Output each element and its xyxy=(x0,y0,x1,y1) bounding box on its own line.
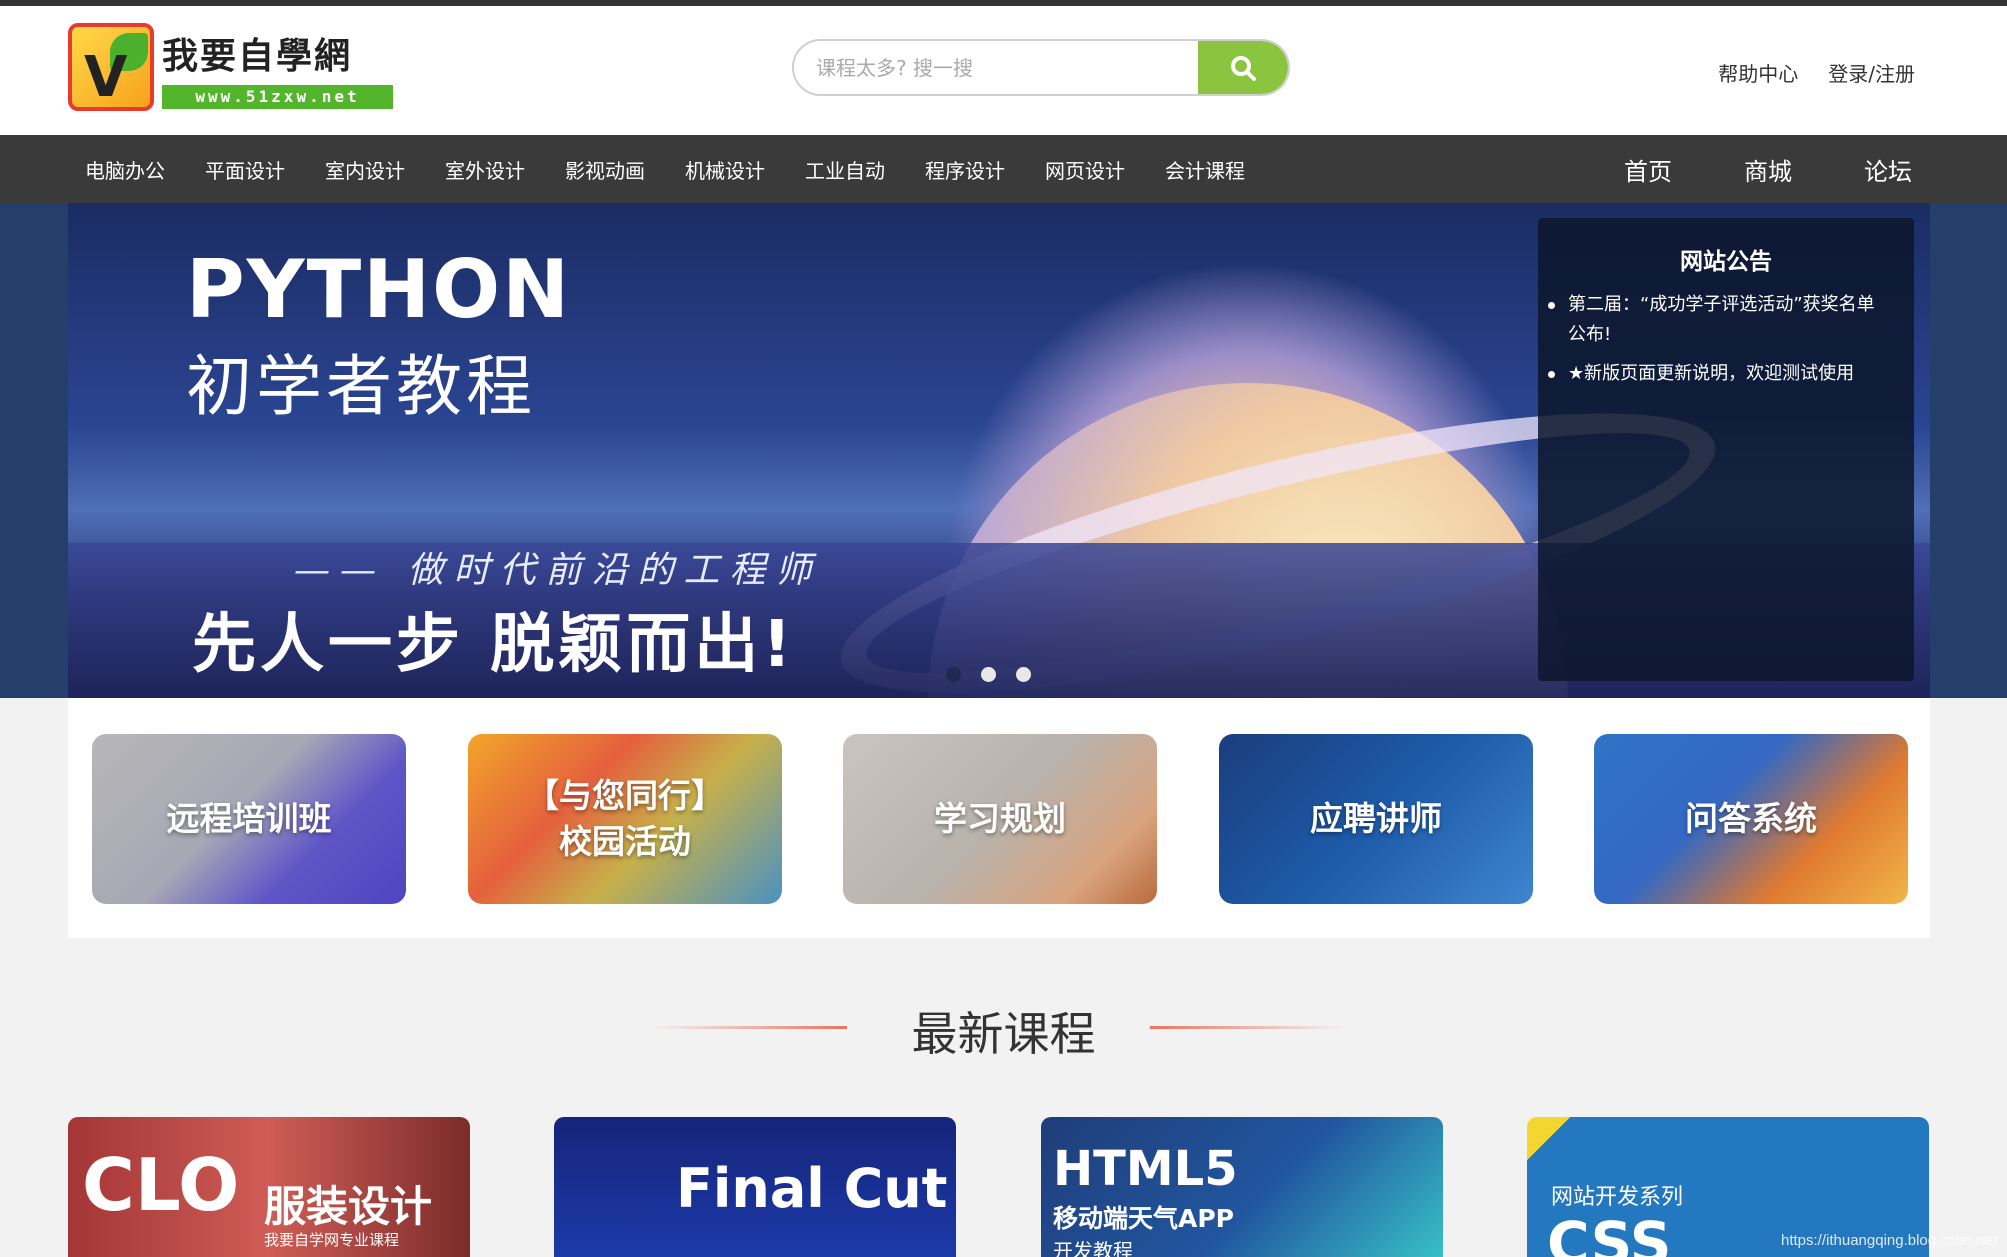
site-header: V 我要自學網 www.51zxw.net 帮助中心 登录/注册 xyxy=(0,6,2007,135)
nav-category-graphic[interactable]: 平面设计 xyxy=(205,155,285,184)
carousel-dot[interactable] xyxy=(981,667,996,682)
search-input[interactable] xyxy=(816,41,1186,94)
nav-category-accounting[interactable]: 会计课程 xyxy=(1165,155,1245,184)
course-card-subtitle: 服装设计 xyxy=(264,1182,433,1231)
course-card-title: HTML5 xyxy=(1053,1141,1238,1197)
notice-item[interactable]: 第二届：“成功学子评选活动”获奖名单公布! xyxy=(1548,290,1886,350)
nav-mall[interactable]: 商城 xyxy=(1744,152,1792,187)
feature-card-become-lecturer[interactable]: 应聘讲师 xyxy=(1219,734,1533,904)
course-card-title: 网站开发系列 xyxy=(1551,1185,1684,1210)
feature-card-campus-events[interactable]: 【与您同行】 校园活动 xyxy=(468,734,782,904)
feature-card-study-plan[interactable]: 学习规划 xyxy=(843,734,1157,904)
latest-courses-title: 最新课程 xyxy=(911,1007,1096,1061)
course-card-caption: 我要自学网专业课程 xyxy=(264,1231,400,1249)
nav-category-web[interactable]: 网页设计 xyxy=(1045,155,1125,184)
course-card-clo3d[interactable]: CLO 服装设计 我要自学网专业课程 xyxy=(68,1117,470,1257)
feature-label: 应聘讲师 xyxy=(1310,799,1442,838)
category-nav: 电脑办公 平面设计 室内设计 室外设计 影视动画 机械设计 工业自动 程序设计 … xyxy=(85,135,1245,203)
feature-label: 远程培训班 xyxy=(166,799,332,838)
course-card-subtitle: 移动端天气APP xyxy=(1053,1204,1234,1233)
nav-category-exterior[interactable]: 室外设计 xyxy=(445,155,525,184)
site-logo[interactable]: V 我要自學網 www.51zxw.net xyxy=(68,23,393,115)
help-center-link[interactable]: 帮助中心 xyxy=(1718,58,1798,87)
course-card-title: Final Cut xyxy=(676,1157,948,1220)
nav-category-interior[interactable]: 室内设计 xyxy=(325,155,405,184)
banner-subtitle: 初学者教程 xyxy=(186,348,536,425)
search-icon xyxy=(1231,56,1256,81)
nav-category-automation[interactable]: 工业自动 xyxy=(805,155,885,184)
banner-slogan-bold: 先人一步 脱颖而出! xyxy=(192,608,796,682)
course-card-final-cut[interactable]: Final Cut xyxy=(554,1117,956,1257)
course-card-html5[interactable]: HTML5 移动端天气APP 开发教程 xyxy=(1041,1117,1443,1257)
main-navigation: 电脑办公 平面设计 室内设计 室外设计 影视动画 机械设计 工业自动 程序设计 … xyxy=(0,135,2007,203)
logo-title: 我要自學網 xyxy=(162,36,353,77)
banner-slogan: —— 做时代前沿的工程师 xyxy=(294,550,822,591)
watermark: https://ithuangqing.blog.csdn.net xyxy=(1781,1232,1997,1249)
feature-label: 学习规划 xyxy=(934,799,1066,838)
feature-label: 【与您同行】 校园活动 xyxy=(526,776,724,861)
logo-badge-icon: V xyxy=(68,23,154,111)
primary-nav: 首页 商城 论坛 xyxy=(1624,135,1912,203)
logo-url: www.51zxw.net xyxy=(162,85,393,109)
site-notice-panel: 网站公告 第二届：“成功学子评选活动”获奖名单公布! ★新版页面更新说明，欢迎测… xyxy=(1538,218,1914,681)
search-box xyxy=(792,39,1290,96)
nav-home[interactable]: 首页 xyxy=(1624,152,1672,187)
feature-card-qa-system[interactable]: 问答系统 xyxy=(1594,734,1908,904)
search-button[interactable] xyxy=(1198,41,1288,94)
carousel-dots xyxy=(946,667,1031,682)
nav-forum[interactable]: 论坛 xyxy=(1864,152,1912,187)
banner-title: PYTHON xyxy=(186,243,572,336)
logo-v-mark: V xyxy=(84,45,128,110)
course-card-subtitle: CSS xyxy=(1547,1209,1672,1257)
carousel-dot[interactable] xyxy=(946,667,961,682)
login-register-link[interactable]: 登录/注册 xyxy=(1828,58,1915,87)
nav-category-office[interactable]: 电脑办公 xyxy=(85,155,165,184)
course-card-caption: 开发教程 xyxy=(1053,1239,1133,1257)
course-card-title: CLO xyxy=(82,1143,240,1227)
nav-category-animation[interactable]: 影视动画 xyxy=(565,155,645,184)
feature-label: 问答系统 xyxy=(1685,799,1817,838)
feature-cards: 远程培训班 【与您同行】 校园活动 学习规划 应聘讲师 问答系统 xyxy=(68,698,1930,938)
section-divider-right xyxy=(1150,1026,1345,1029)
nav-category-programming[interactable]: 程序设计 xyxy=(925,155,1005,184)
top-links: 帮助中心 登录/注册 xyxy=(1718,58,1915,87)
nav-category-mechanical[interactable]: 机械设计 xyxy=(685,155,765,184)
carousel-dot[interactable] xyxy=(1016,667,1031,682)
notice-title: 网站公告 xyxy=(1680,249,1772,275)
notice-item[interactable]: ★新版页面更新说明，欢迎测试使用 xyxy=(1548,359,1886,389)
feature-card-remote-training[interactable]: 远程培训班 xyxy=(92,734,406,904)
